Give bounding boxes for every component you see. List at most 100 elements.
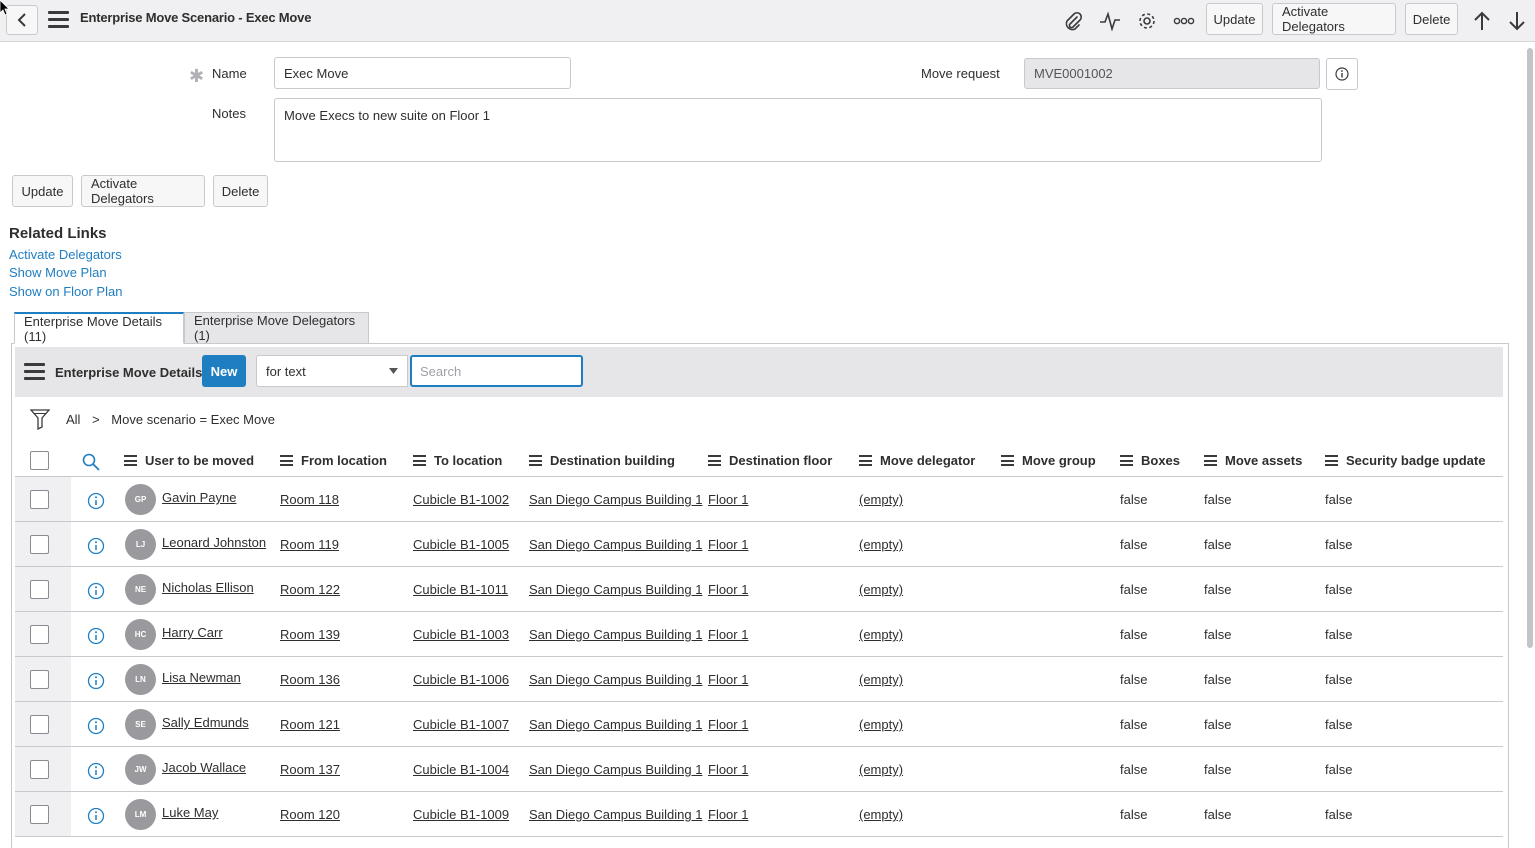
table-row[interactable]: SE Sally Edmunds Room 121 Cubicle B1-1007 Sa… bbox=[15, 702, 1503, 747]
table-row[interactable]: GP Gavin Payne Room 118 Cubicle B1-1002 San … bbox=[15, 477, 1503, 522]
gear-icon[interactable] bbox=[1134, 8, 1160, 34]
select-all-checkbox[interactable] bbox=[30, 451, 49, 470]
column-header-move-assets[interactable]: Move assets bbox=[1204, 453, 1302, 468]
destination-building-link[interactable]: San Diego Campus Building 1 bbox=[529, 492, 702, 507]
back-button[interactable] bbox=[6, 5, 38, 35]
user-link[interactable]: Sally Edmunds bbox=[162, 715, 249, 730]
move-request-info-button[interactable] bbox=[1326, 58, 1358, 90]
from-location-link[interactable]: Room 122 bbox=[280, 582, 340, 597]
related-link-show-move-plan[interactable]: Show Move Plan bbox=[9, 265, 107, 280]
user-link[interactable]: Gavin Payne bbox=[162, 490, 236, 505]
row-checkbox[interactable] bbox=[30, 490, 49, 509]
row-checkbox[interactable] bbox=[30, 805, 49, 824]
from-location-link[interactable]: Room 119 bbox=[280, 537, 339, 552]
info-icon[interactable] bbox=[87, 672, 105, 690]
row-checkbox[interactable] bbox=[30, 715, 49, 734]
table-row[interactable]: LJ Leonard Johnston Room 119 Cubicle B1-100… bbox=[15, 522, 1503, 567]
user-link[interactable]: Leonard Johnston bbox=[162, 535, 266, 550]
table-row[interactable]: JW Jacob Wallace Room 137 Cubicle B1-1004 Sa… bbox=[15, 747, 1503, 792]
column-menu-icon[interactable] bbox=[529, 455, 542, 467]
destination-floor-link[interactable]: Floor 1 bbox=[708, 492, 748, 507]
row-checkbox[interactable] bbox=[30, 625, 49, 644]
info-icon[interactable] bbox=[87, 762, 105, 780]
destination-floor-link[interactable]: Floor 1 bbox=[708, 717, 748, 732]
column-header-to-location[interactable]: To location bbox=[413, 453, 502, 468]
list-menu-icon[interactable] bbox=[24, 363, 45, 381]
user-link[interactable]: Jacob Wallace bbox=[162, 760, 246, 775]
search-icon[interactable] bbox=[82, 453, 100, 471]
destination-building-link[interactable]: San Diego Campus Building 1 bbox=[529, 762, 702, 777]
search-input[interactable] bbox=[410, 355, 583, 387]
destination-building-link[interactable]: San Diego Campus Building 1 bbox=[529, 627, 702, 642]
move-delegator-link[interactable]: (empty) bbox=[859, 762, 903, 777]
move-delegator-link[interactable]: (empty) bbox=[859, 537, 903, 552]
breadcrumb-filter[interactable]: Move scenario = Exec Move bbox=[111, 412, 275, 427]
from-location-link[interactable]: Room 118 bbox=[280, 492, 339, 507]
tab-enterprise-move-details[interactable]: Enterprise Move Details (11) bbox=[14, 312, 184, 344]
header-update-button[interactable]: Update bbox=[1206, 3, 1263, 35]
scrollbar-thumb[interactable] bbox=[1527, 48, 1533, 648]
from-location-link[interactable]: Room 121 bbox=[280, 717, 340, 732]
from-location-link[interactable]: Room 136 bbox=[280, 672, 340, 687]
breadcrumb-all[interactable]: All bbox=[66, 412, 80, 427]
destination-floor-link[interactable]: Floor 1 bbox=[708, 672, 748, 687]
row-checkbox[interactable] bbox=[30, 535, 49, 554]
notes-field[interactable]: Move Execs to new suite on Floor 1 bbox=[274, 98, 1322, 162]
column-header-move-group[interactable]: Move group bbox=[1001, 453, 1096, 468]
name-field[interactable]: Exec Move bbox=[274, 57, 571, 89]
column-menu-icon[interactable] bbox=[124, 455, 137, 467]
row-checkbox[interactable] bbox=[30, 580, 49, 599]
column-menu-icon[interactable] bbox=[413, 455, 426, 467]
row-checkbox[interactable] bbox=[30, 670, 49, 689]
column-header-destination-building[interactable]: Destination building bbox=[529, 453, 675, 468]
destination-floor-link[interactable]: Floor 1 bbox=[708, 582, 748, 597]
move-delegator-link[interactable]: (empty) bbox=[859, 492, 903, 507]
update-button[interactable]: Update bbox=[12, 175, 73, 207]
move-delegator-link[interactable]: (empty) bbox=[859, 582, 903, 597]
move-delegator-link[interactable]: (empty) bbox=[859, 807, 903, 822]
destination-building-link[interactable]: San Diego Campus Building 1 bbox=[529, 807, 702, 822]
column-menu-icon[interactable] bbox=[1120, 455, 1133, 467]
column-menu-icon[interactable] bbox=[280, 455, 293, 467]
related-link-show-on-floor-plan[interactable]: Show on Floor Plan bbox=[9, 284, 122, 299]
column-menu-icon[interactable] bbox=[859, 455, 872, 467]
new-button[interactable]: New bbox=[202, 355, 246, 387]
column-header-move-delegator[interactable]: Move delegator bbox=[859, 453, 975, 468]
table-row[interactable]: LN Lisa Newman Room 136 Cubicle B1-1006 San … bbox=[15, 657, 1503, 702]
destination-floor-link[interactable]: Floor 1 bbox=[708, 627, 748, 642]
destination-floor-link[interactable]: Floor 1 bbox=[708, 537, 748, 552]
destination-building-link[interactable]: San Diego Campus Building 1 bbox=[529, 717, 702, 732]
from-location-link[interactable]: Room 120 bbox=[280, 807, 340, 822]
destination-building-link[interactable]: San Diego Campus Building 1 bbox=[529, 537, 702, 552]
filter-icon[interactable] bbox=[30, 408, 50, 430]
info-icon[interactable] bbox=[87, 582, 105, 600]
related-link-activate-delegators[interactable]: Activate Delegators bbox=[9, 247, 122, 262]
header-activate-delegators-button[interactable]: Activate Delegators bbox=[1272, 3, 1396, 35]
destination-floor-link[interactable]: Floor 1 bbox=[708, 807, 748, 822]
delete-button[interactable]: Delete bbox=[213, 175, 268, 207]
info-icon[interactable] bbox=[87, 537, 105, 555]
arrow-down-icon[interactable] bbox=[1504, 8, 1530, 34]
move-delegator-link[interactable]: (empty) bbox=[859, 717, 903, 732]
to-location-link[interactable]: Cubicle B1-1002 bbox=[413, 492, 509, 507]
more-icon[interactable] bbox=[1171, 8, 1197, 34]
column-header-security-badge-update[interactable]: Security badge update bbox=[1325, 453, 1485, 468]
destination-floor-link[interactable]: Floor 1 bbox=[708, 762, 748, 777]
column-menu-icon[interactable] bbox=[1325, 455, 1338, 467]
arrow-up-icon[interactable] bbox=[1469, 8, 1495, 34]
from-location-link[interactable]: Room 137 bbox=[280, 762, 340, 777]
column-menu-icon[interactable] bbox=[708, 455, 721, 467]
column-header-destination-floor[interactable]: Destination floor bbox=[708, 453, 832, 468]
column-menu-icon[interactable] bbox=[1001, 455, 1014, 467]
table-row[interactable]: HC Harry Carr Room 139 Cubicle B1-1003 San D… bbox=[15, 612, 1503, 657]
header-delete-button[interactable]: Delete bbox=[1405, 3, 1458, 35]
move-request-field[interactable]: MVE0001002 bbox=[1024, 58, 1320, 89]
activate-delegators-button[interactable]: Activate Delegators bbox=[81, 175, 205, 207]
to-location-link[interactable]: Cubicle B1-1003 bbox=[413, 627, 509, 642]
from-location-link[interactable]: Room 139 bbox=[280, 627, 340, 642]
to-location-link[interactable]: Cubicle B1-1007 bbox=[413, 717, 509, 732]
info-icon[interactable] bbox=[87, 492, 105, 510]
user-link[interactable]: Lisa Newman bbox=[162, 670, 241, 685]
column-header-boxes[interactable]: Boxes bbox=[1120, 453, 1180, 468]
to-location-link[interactable]: Cubicle B1-1005 bbox=[413, 537, 509, 552]
